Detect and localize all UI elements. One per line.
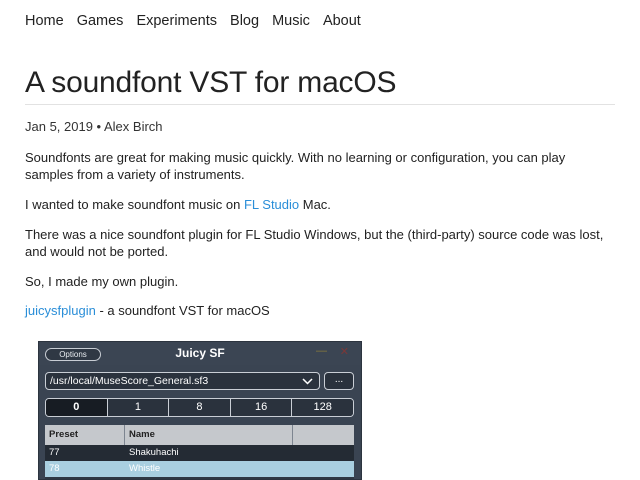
soundfont-path-select: /usr/local/MuseScore_General.sf3 <box>45 372 320 390</box>
bank-selector: 0 1 8 16 128 <box>45 398 354 417</box>
nav-home[interactable]: Home <box>25 13 64 29</box>
bank-128: 128 <box>292 399 353 416</box>
nav-music[interactable]: Music <box>272 13 310 29</box>
page-title: A soundfont VST for macOS <box>25 66 397 99</box>
column-name: Name <box>125 425 293 445</box>
bank-1: 1 <box>107 399 170 416</box>
paragraph-plugin-history: There was a nice soundfont plugin for FL… <box>25 227 604 259</box>
bank-16: 16 <box>230 399 293 416</box>
title-divider <box>25 104 615 105</box>
options-button: Options <box>45 348 101 361</box>
juicysfplugin-link[interactable]: juicysfplugin <box>25 303 96 318</box>
table-row: 77 Shakuhachi <box>45 445 354 461</box>
preset-name: Shakuhachi <box>129 447 179 458</box>
preset-table: Preset Name 77 Shakuhachi 78 Whistle <box>45 425 354 479</box>
nav-experiments[interactable]: Experiments <box>136 13 217 29</box>
plugin-screenshot: Juicy SF Options — ✕ /usr/local/MuseScor… <box>38 341 362 480</box>
chevron-down-icon <box>302 373 313 389</box>
soundfont-path: /usr/local/MuseScore_General.sf3 <box>50 375 209 387</box>
bank-0: 0 <box>46 399 108 416</box>
bank-8: 8 <box>169 399 231 416</box>
paragraph-juicysfplugin: juicysfplugin - a soundfont VST for macO… <box>25 302 617 319</box>
paragraph-text: I wanted to make soundfont music on <box>25 197 244 212</box>
close-icon: ✕ <box>339 346 349 358</box>
nav-blog[interactable]: Blog <box>230 13 259 29</box>
preset-name: Whistle <box>129 463 161 474</box>
column-preset: Preset <box>45 425 125 445</box>
fl-studio-link[interactable]: FL Studio <box>244 197 299 212</box>
preset-number: 78 <box>49 463 60 474</box>
nav-about[interactable]: About <box>323 13 361 29</box>
paragraph-own-plugin: So, I made my own plugin. <box>25 274 179 289</box>
column-empty <box>293 425 354 445</box>
browse-button: ... <box>324 372 354 390</box>
paragraph-fl-studio: I wanted to make soundfont music on FL S… <box>25 196 617 213</box>
nav-games[interactable]: Games <box>77 13 124 29</box>
plugin-titlebar: Juicy SF Options — ✕ <box>39 342 361 365</box>
paragraph-text: - a soundfont VST for macOS <box>95 303 270 318</box>
paragraph-intro: Soundfonts are great for making music qu… <box>25 150 566 182</box>
table-row-selected: 78 Whistle <box>45 461 354 477</box>
minimize-icon: — <box>316 345 327 357</box>
preset-number: 77 <box>49 447 60 458</box>
top-nav: Home Games Experiments Blog Music About <box>25 13 374 29</box>
post-meta: Jan 5, 2019 • Alex Birch <box>25 119 163 134</box>
paragraph-text: Mac. <box>299 197 331 212</box>
table-header: Preset Name <box>45 425 354 445</box>
